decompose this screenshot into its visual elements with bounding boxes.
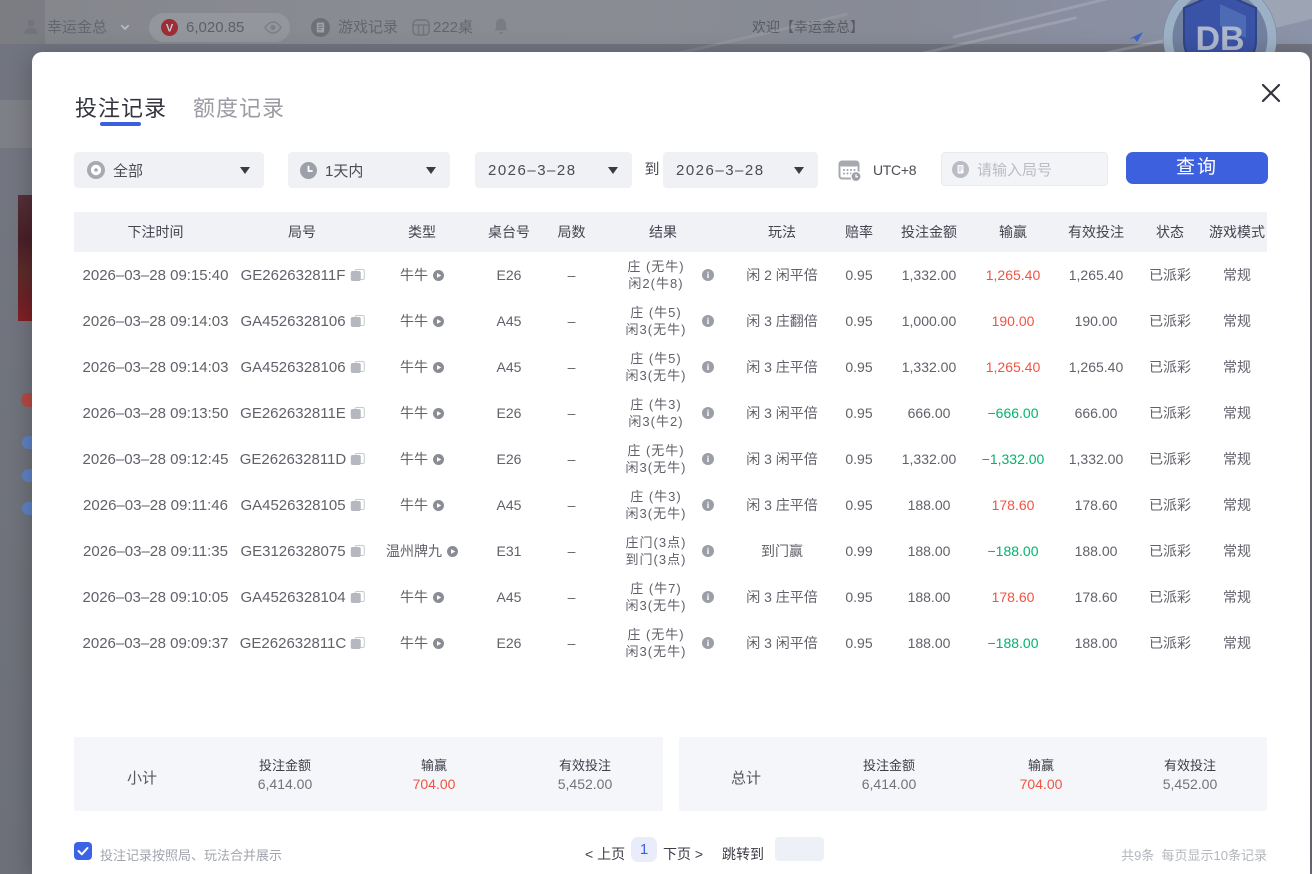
svg-text:DB: DB xyxy=(1195,20,1244,52)
svg-text:V: V xyxy=(166,23,174,35)
